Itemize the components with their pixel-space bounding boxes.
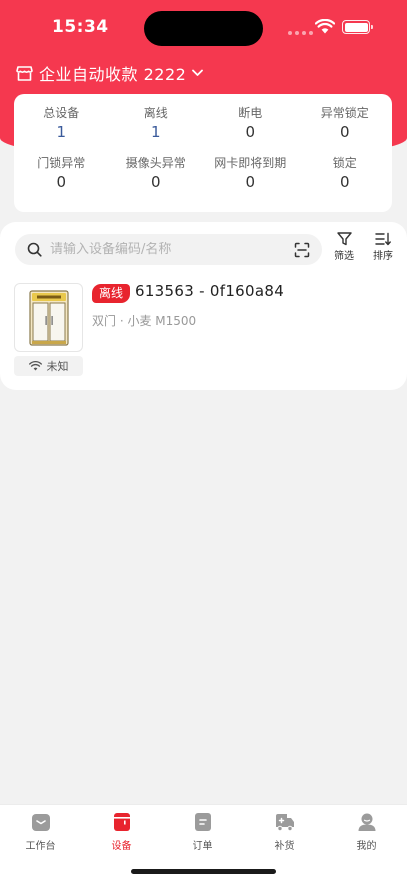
stat-value: 0 xyxy=(56,173,67,191)
tab-restock[interactable]: 补货 xyxy=(244,811,325,852)
filter-icon xyxy=(336,232,352,246)
stat-value: 1 xyxy=(150,123,161,141)
device-model: 双门 · 小麦 M1500 xyxy=(92,314,197,328)
stat-label: 摄像头异常 xyxy=(125,156,186,170)
stat-door-lock-error[interactable]: 门锁异常 0 xyxy=(14,154,109,204)
order-icon xyxy=(194,813,211,831)
stat-label: 断电 xyxy=(238,106,263,120)
scan-icon[interactable] xyxy=(294,242,310,258)
network-status-badge: 未知 xyxy=(14,356,83,376)
filter-button[interactable]: 筛选 xyxy=(334,232,354,262)
tab-device[interactable]: 设备 xyxy=(81,811,162,852)
sort-button[interactable]: 排序 xyxy=(373,232,393,262)
stat-total-devices[interactable]: 总设备 1 xyxy=(14,104,109,154)
restock-truck-icon xyxy=(275,814,294,832)
dynamic-island xyxy=(144,11,263,46)
device-list-panel: 筛选 排序 未知 xyxy=(0,222,407,390)
store-selector[interactable]: 企业自动收款 2222 xyxy=(16,61,204,85)
stat-sim-expiring[interactable]: 网卡即将到期 0 xyxy=(203,154,298,204)
stat-value: 1 xyxy=(56,123,67,141)
stat-locked[interactable]: 锁定 0 xyxy=(298,154,393,204)
profile-icon xyxy=(358,813,375,831)
device-title: 613563 - 0f160a84 xyxy=(135,282,285,300)
filter-label: 筛选 xyxy=(334,251,354,262)
double-door-fridge-icon xyxy=(28,289,69,346)
stat-value: 0 xyxy=(339,123,350,141)
stat-offline[interactable]: 离线 1 xyxy=(109,104,204,154)
stat-label: 锁定 xyxy=(332,156,357,170)
stat-label: 网卡即将到期 xyxy=(214,156,287,170)
device-image xyxy=(14,283,83,352)
device-icon xyxy=(113,813,130,831)
tab-label: 设备 xyxy=(111,841,132,852)
tab-label: 补货 xyxy=(274,841,295,852)
stat-value: 0 xyxy=(245,123,256,141)
stat-label: 离线 xyxy=(143,106,168,120)
stat-value: 0 xyxy=(150,173,161,191)
tab-label: 工作台 xyxy=(25,841,56,852)
tab-order[interactable]: 订单 xyxy=(162,811,243,852)
tab-profile[interactable]: 我的 xyxy=(326,811,407,852)
stat-label: 异常锁定 xyxy=(320,106,369,120)
store-name: 企业自动收款 2222 xyxy=(39,65,187,84)
wifi-icon xyxy=(28,361,42,371)
tab-workbench[interactable]: 工作台 xyxy=(0,811,81,852)
stat-value: 0 xyxy=(245,173,256,191)
cellular-signal-icon xyxy=(288,31,313,35)
device-stats-card: 总设备 1 离线 1 断电 0 异常锁定 0 门锁异常 0 摄像头异常 0 网卡… xyxy=(14,94,392,212)
sort-icon xyxy=(375,232,391,246)
store-icon xyxy=(16,66,33,81)
sort-label: 排序 xyxy=(373,251,393,262)
stat-value: 0 xyxy=(339,173,350,191)
tab-label: 订单 xyxy=(192,841,213,852)
workbench-icon xyxy=(31,814,50,831)
battery-icon xyxy=(342,20,373,34)
stat-camera-error[interactable]: 摄像头异常 0 xyxy=(109,154,204,204)
network-status-text: 未知 xyxy=(46,360,69,373)
search-input[interactable] xyxy=(50,242,294,257)
home-indicator xyxy=(131,869,276,874)
stat-label: 门锁异常 xyxy=(37,156,86,170)
stat-abnormal-lock[interactable]: 异常锁定 0 xyxy=(298,104,393,154)
stat-power-off[interactable]: 断电 0 xyxy=(203,104,298,154)
chevron-down-icon xyxy=(192,69,204,76)
status-time: 15:34 xyxy=(52,17,109,37)
search-bar xyxy=(15,234,322,265)
stat-label: 总设备 xyxy=(43,106,80,120)
device-list-item[interactable]: 未知 离线 613563 - 0f160a84 双门 · 小麦 M1500 xyxy=(14,282,394,379)
search-icon xyxy=(27,242,42,257)
status-bar: 15:34 xyxy=(0,0,407,56)
wifi-status-icon xyxy=(315,19,335,34)
tab-label: 我的 xyxy=(356,841,377,852)
offline-status-tag: 离线 xyxy=(92,284,131,303)
